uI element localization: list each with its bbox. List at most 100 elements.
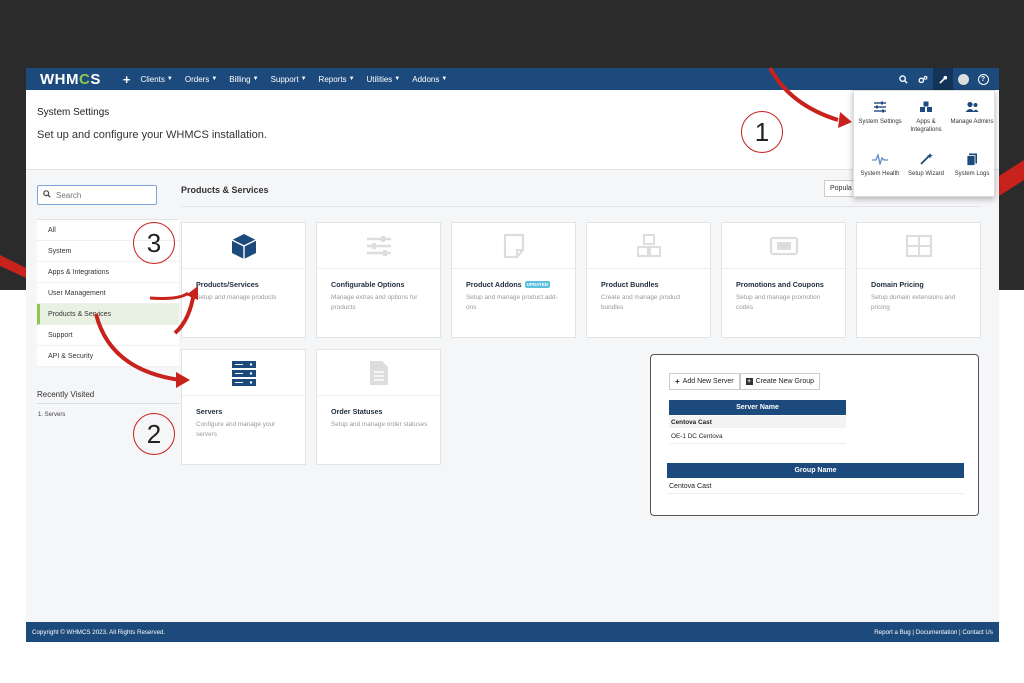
category-products-services[interactable]: Products & Services [37,304,179,325]
dropdown-system-logs[interactable]: System Logs [949,152,995,178]
card-description: Create and manage product bundles [601,294,681,311]
caret-down-icon: ▼ [348,76,355,82]
group-name-header: Group Name [667,463,964,478]
category-api-security[interactable]: API & Security [37,346,179,367]
quick-add-button[interactable]: + [123,72,131,87]
server-management-panel: + Add New Server + Create New Group Server… [650,354,979,516]
category-apps-integrations[interactable]: Apps & Integrations [37,262,179,283]
dropdown-apps-integrations[interactable]: Apps & Integrations [903,100,949,134]
page-footer: Copyright © WHMCS 2023. All Rights Reser… [26,622,999,642]
plus-icon: + [675,377,680,386]
caret-down-icon: ▼ [211,76,218,82]
dropdown-system-health[interactable]: System Health [857,152,903,178]
avatar-icon[interactable] [953,68,973,90]
wand-icon [903,152,949,166]
nav-reports[interactable]: Reports ▼ [319,75,355,84]
nav-orders[interactable]: Orders ▼ [185,75,217,84]
card-description: Setup and manage product add-ons [466,294,558,311]
footer-links[interactable]: Report a Bug | Documentation | Contact U… [874,629,993,636]
addon-icon [503,233,524,258]
search-icon [43,190,51,200]
page-title: System Settings [37,107,110,118]
server-icon [231,360,256,386]
card-promotions-coupons[interactable]: Promotions and Coupons Setup and manage … [721,222,846,338]
wrench-icon[interactable] [933,68,953,90]
nav-utilities[interactable]: Utilities ▼ [367,75,401,84]
card-title: Servers [196,407,223,416]
add-new-server-button[interactable]: + Add New Server [669,373,740,390]
logs-icon [949,152,995,166]
grid-icon [905,234,932,257]
whmcs-logo[interactable]: WHMCS [40,71,101,88]
cubes-icon [636,233,661,257]
recent-item-servers[interactable]: 1. Servers [38,412,65,418]
card-servers[interactable]: Servers Configure and manage your server… [181,349,306,465]
ticket-icon [769,236,798,255]
divider [37,403,179,404]
nav-clients[interactable]: Clients ▼ [140,75,172,84]
help-icon[interactable]: ? [973,68,993,90]
divider [181,206,981,207]
category-support[interactable]: Support [37,325,179,346]
pulse-icon [857,152,903,166]
card-description: Manage extras and options for products [331,294,418,311]
cogs-icon[interactable] [913,68,933,90]
card-product-bundles[interactable]: Product Bundles Create and manage produc… [586,222,711,338]
box-icon [231,233,256,259]
apps-icon [903,100,949,114]
annotation-marker: 1 [741,111,783,153]
plus-square-icon: + [745,378,753,385]
nav-menu: Clients ▼ Orders ▼ Billing ▼ Support ▼ Repor… [140,75,459,84]
nav-icon-group: ? [893,68,993,90]
card-title: Order Statuses [331,407,383,416]
card-title: Domain Pricing [871,280,924,289]
card-description: Setup domain extensions and pricing [871,294,956,311]
card-title: Product Addons UPDATED [466,280,551,289]
card-description: Setup and manage products [196,294,277,301]
nav-addons[interactable]: Addons ▼ [412,75,447,84]
card-order-statuses[interactable]: Order Statuses Setup and manage order st… [316,349,441,465]
dropdown-manage-admins[interactable]: Manage Admins [949,100,995,126]
annotation-marker: 3 [133,222,175,264]
server-name-header: Server Name [669,400,846,415]
copyright-text: Copyright © WHMCS 2023. All Rights Reser… [32,628,166,636]
caret-down-icon: ▼ [252,76,259,82]
card-product-addons[interactable]: Product Addons UPDATED Setup and manage p… [451,222,576,338]
recently-visited-title: Recently Visited [37,390,95,399]
updated-badge: UPDATED [524,281,551,288]
annotation-marker: 2 [133,413,175,455]
section-title: Products & Services [181,185,269,195]
card-domain-pricing[interactable]: Domain Pricing Setup domain extensions a… [856,222,981,338]
whmcs-app-window: WHMCS + Clients ▼ Orders ▼ Billing ▼ Suppor… [26,68,999,642]
server-row[interactable]: OE-1 DC Centova [669,430,846,444]
card-description: Setup and manage order statuses [331,421,428,428]
card-description: Setup and manage promotion codes [736,294,821,311]
card-title: Promotions and Coupons [736,280,824,289]
dropdown-setup-wizard[interactable]: Setup Wizard [903,152,949,178]
panel-buttons: + Add New Server + Create New Group [669,373,820,390]
category-user-management[interactable]: User Management [37,283,179,304]
caret-down-icon: ▼ [394,76,401,82]
settings-search-input[interactable] [56,190,146,200]
caret-down-icon: ▼ [441,76,448,82]
nav-billing[interactable]: Billing ▼ [229,75,258,84]
card-products-services[interactable]: Products/Services Setup and manage produ… [181,222,306,338]
caret-down-icon: ▼ [166,76,173,82]
server-group-row: Centova Cast [669,416,846,428]
dropdown-system-settings[interactable]: System Settings [857,100,903,126]
sliders-icon [366,235,391,256]
create-new-group-button[interactable]: + Create New Group [739,373,820,390]
group-row[interactable]: Centova Cast [667,479,964,494]
document-icon [369,360,388,385]
system-settings-dropdown: System Settings Apps & Integrations Mana… [853,90,995,197]
nav-support[interactable]: Support ▼ [271,75,307,84]
search-icon[interactable] [893,68,913,90]
page-subtitle: Set up and configure your WHMCS installa… [37,129,267,141]
users-icon [949,100,995,114]
card-title: Product Bundles [601,280,659,289]
card-title: Products/Services [196,280,259,289]
settings-search-box [37,185,157,205]
card-configurable-options[interactable]: Configurable Options Manage extras and o… [316,222,441,338]
card-title: Configurable Options [331,280,405,289]
caret-down-icon: ▼ [300,76,307,82]
